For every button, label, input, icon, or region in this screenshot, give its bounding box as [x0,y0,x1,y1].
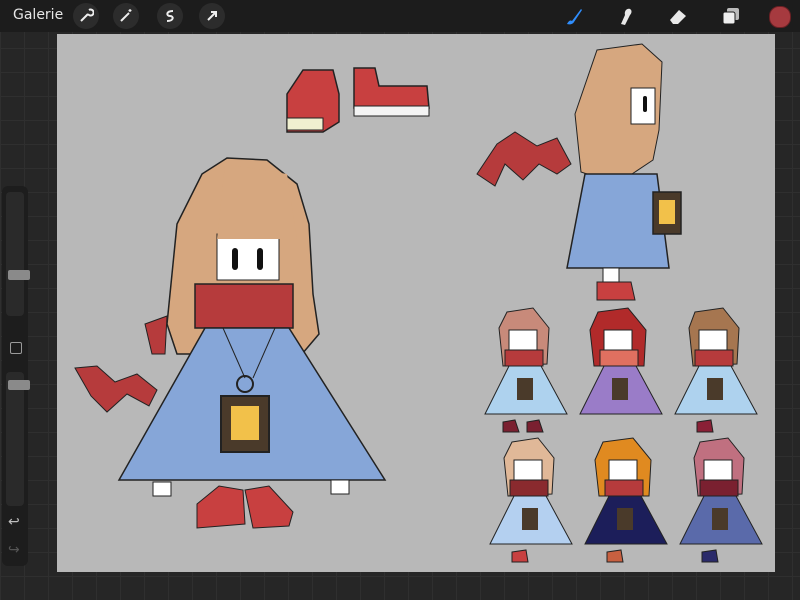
drawing-canvas[interactable] [57,34,775,572]
left-sidebar: ↩ ↪ [2,186,30,566]
main-character-drawing [74,157,387,529]
side-character-drawing [476,43,682,301]
smudge-icon[interactable] [612,3,640,29]
top-toolbar: Galerie [0,0,800,32]
wrench-icon[interactable] [73,3,99,29]
selection-icon[interactable] [157,3,183,29]
artwork [74,43,763,563]
brush-size-slider-thumb[interactable] [8,270,30,280]
opacity-slider-thumb[interactable] [8,380,30,390]
eraser-icon[interactable] [664,3,692,29]
variant-grid [484,307,763,563]
redo-icon[interactable]: ↪ [8,542,20,558]
brush-icon[interactable] [560,3,588,29]
magic-wand-icon[interactable] [113,3,139,29]
opacity-slider[interactable] [6,372,30,506]
transform-arrow-icon[interactable] [199,3,225,29]
gallery-button[interactable]: Galerie [13,7,63,23]
active-color-swatch[interactable] [769,6,791,28]
brush-size-slider[interactable] [6,192,30,316]
modify-button[interactable] [10,342,22,354]
layers-icon[interactable] [717,3,745,29]
boots-drawing [286,67,430,133]
undo-icon[interactable]: ↩ [8,514,20,530]
